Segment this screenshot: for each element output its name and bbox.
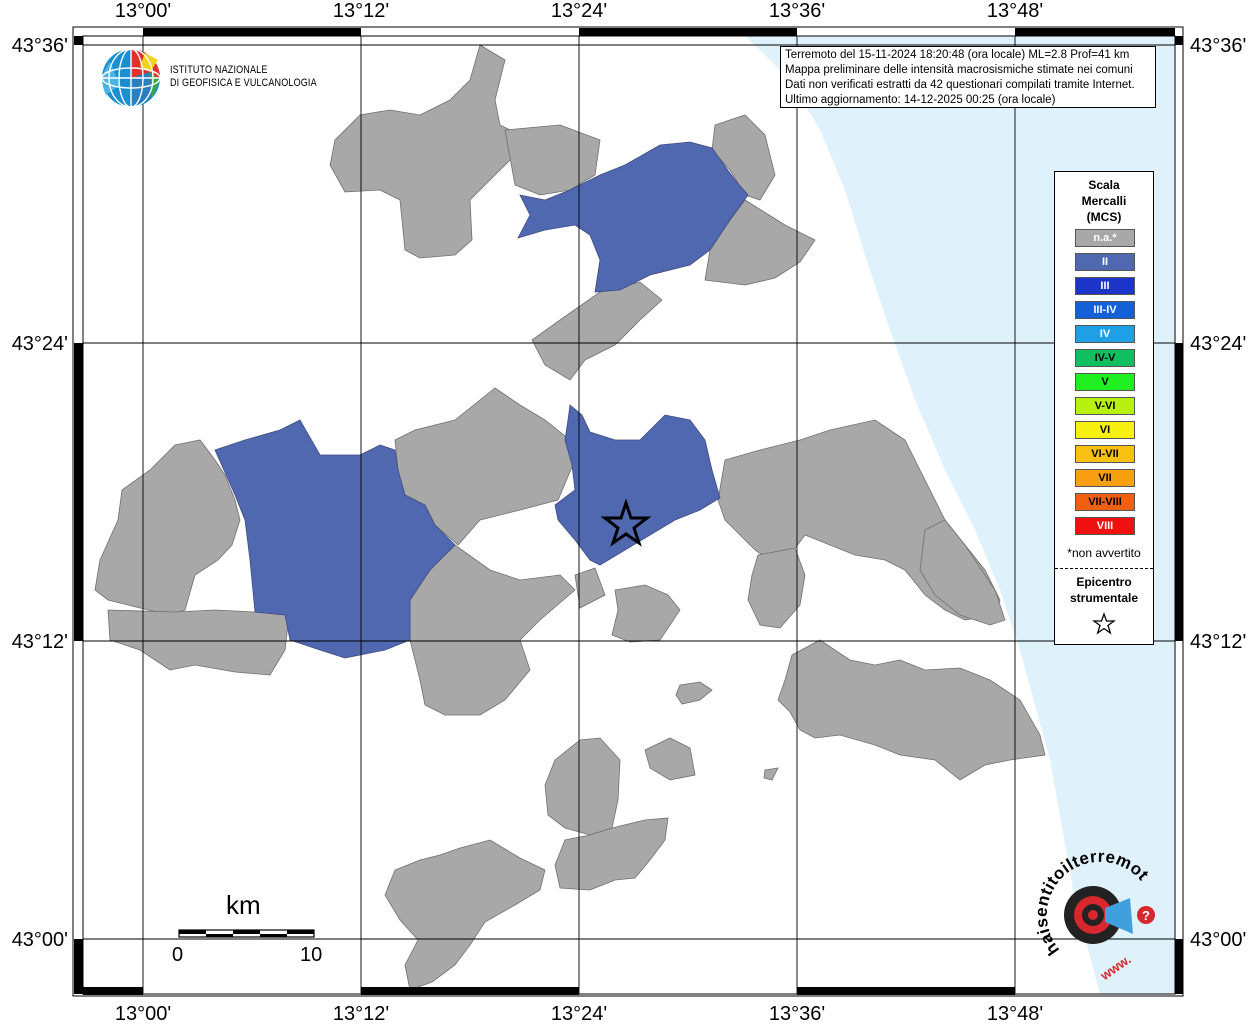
legend-swatch: VII-VIII [1075,493,1135,511]
legend-swatch: III [1075,277,1135,295]
lon-label: 13°12' [333,1003,389,1024]
legend-swatch: VI [1075,421,1135,439]
lat-label: 43°12' [12,631,68,653]
hsit-question-text: ? [1142,908,1150,923]
event-info-box: Terremoto del 15-11-2024 18:20:48 (ora l… [780,46,1156,108]
event-info-line: Ultimo aggiornamento: 14-12-2025 00:25 (… [785,94,1056,106]
latitude-labels-left: 43°36' 43°24' 43°12' 43°00' [12,35,68,951]
legend-star-icon [1092,612,1116,635]
lat-label: 43°24' [12,333,68,355]
lon-label: 13°00' [115,0,171,22]
lat-label: 43°24' [1190,333,1246,355]
legend-epicenter-title: Epicentro strumentale [1055,574,1153,606]
comune-area [777,639,1046,781]
event-info-line: Terremoto del 15-11-2024 18:20:48 (ora l… [785,49,1130,61]
comune-area [329,44,521,259]
legend-swatch: VI-VII [1075,445,1135,463]
lon-label: 13°36' [769,1003,825,1024]
legend-title-line: Scala [1088,178,1120,192]
comune-area [644,737,696,781]
legend-swatch: IV [1075,325,1135,343]
mcs-legend: Scala Mercalli (MCS) n.a.* II III III-IV IV I… [1054,171,1154,645]
scale-end: 10 [300,944,323,966]
legend-na-note: *non avvertito [1067,546,1141,560]
lon-label: 13°12' [333,0,389,22]
comune-area [574,567,606,609]
lat-label: 43°00' [12,929,68,951]
comune-area [384,839,546,991]
lat-label: 43°36' [12,35,68,57]
comune-area [94,439,241,616]
comune-area [675,681,713,705]
ingv-name-line: DI GEOFISICA E VULCANOLOGIA [170,77,317,89]
lon-label: 13°24' [551,1003,607,1024]
scale-start: 0 [172,944,184,966]
legend-epicenter-line: strumentale [1069,591,1139,605]
lat-label: 43°36' [1190,35,1246,57]
legend-title-line: (MCS) [1086,210,1122,224]
comune-area [107,607,291,676]
comune-area [763,767,779,781]
legend-swatch: n.a.* [1075,229,1135,247]
legend-separator [1055,568,1153,569]
legend-swatch: IV-V [1075,349,1135,367]
lat-label: 43°00' [1190,929,1246,951]
legend-title-line: Mercalli [1081,194,1127,208]
lon-label: 13°00' [115,1003,171,1024]
longitude-labels-bottom: 13°00' 13°12' 13°24' 13°36' 13°48' [115,1003,1043,1024]
lon-label: 13°48' [987,0,1043,22]
lon-label: 13°24' [551,0,607,22]
legend-swatch: V-VI [1075,397,1135,415]
comune-area [747,547,806,629]
comune-area [531,281,663,381]
legend-swatch: V [1075,373,1135,391]
comune-area [544,737,621,836]
event-info-line: Mappa preliminare delle intensità macros… [785,64,1133,76]
legend-swatch: II [1075,253,1135,271]
legend-swatch: VII [1075,469,1135,487]
ingv-logo-icon [101,48,161,108]
ingv-name-line: ISTITUTO NAZIONALE [170,64,268,76]
latitude-labels-right: 43°36' 43°24' 43°12' 43°00' [1190,35,1246,951]
lon-label: 13°36' [769,0,825,22]
event-info-line: Dati non verificati estratti da 42 quest… [785,79,1135,91]
lon-label: 13°48' [987,1003,1043,1024]
legend-title: Scala Mercalli (MCS) [1055,177,1153,225]
scale-unit: km [226,890,261,920]
comune-area [409,544,576,716]
legend-swatch: VIII [1075,517,1135,535]
legend-swatch: III-IV [1075,301,1135,319]
comune-area [611,584,681,643]
longitude-labels-top: 13°00' 13°12' 13°24' 13°36' 13°48' [115,0,1043,22]
lat-label: 43°12' [1190,631,1246,653]
legend-swatches: n.a.* II III III-IV IV IV-V V V-VI VI VI-VII VII VI… [1075,229,1135,541]
legend-epicenter-line: Epicentro [1076,575,1132,589]
scale-bar [178,929,315,938]
ingv-name: ISTITUTO NAZIONALE DI GEOFISICA E VULCAN… [170,64,317,90]
